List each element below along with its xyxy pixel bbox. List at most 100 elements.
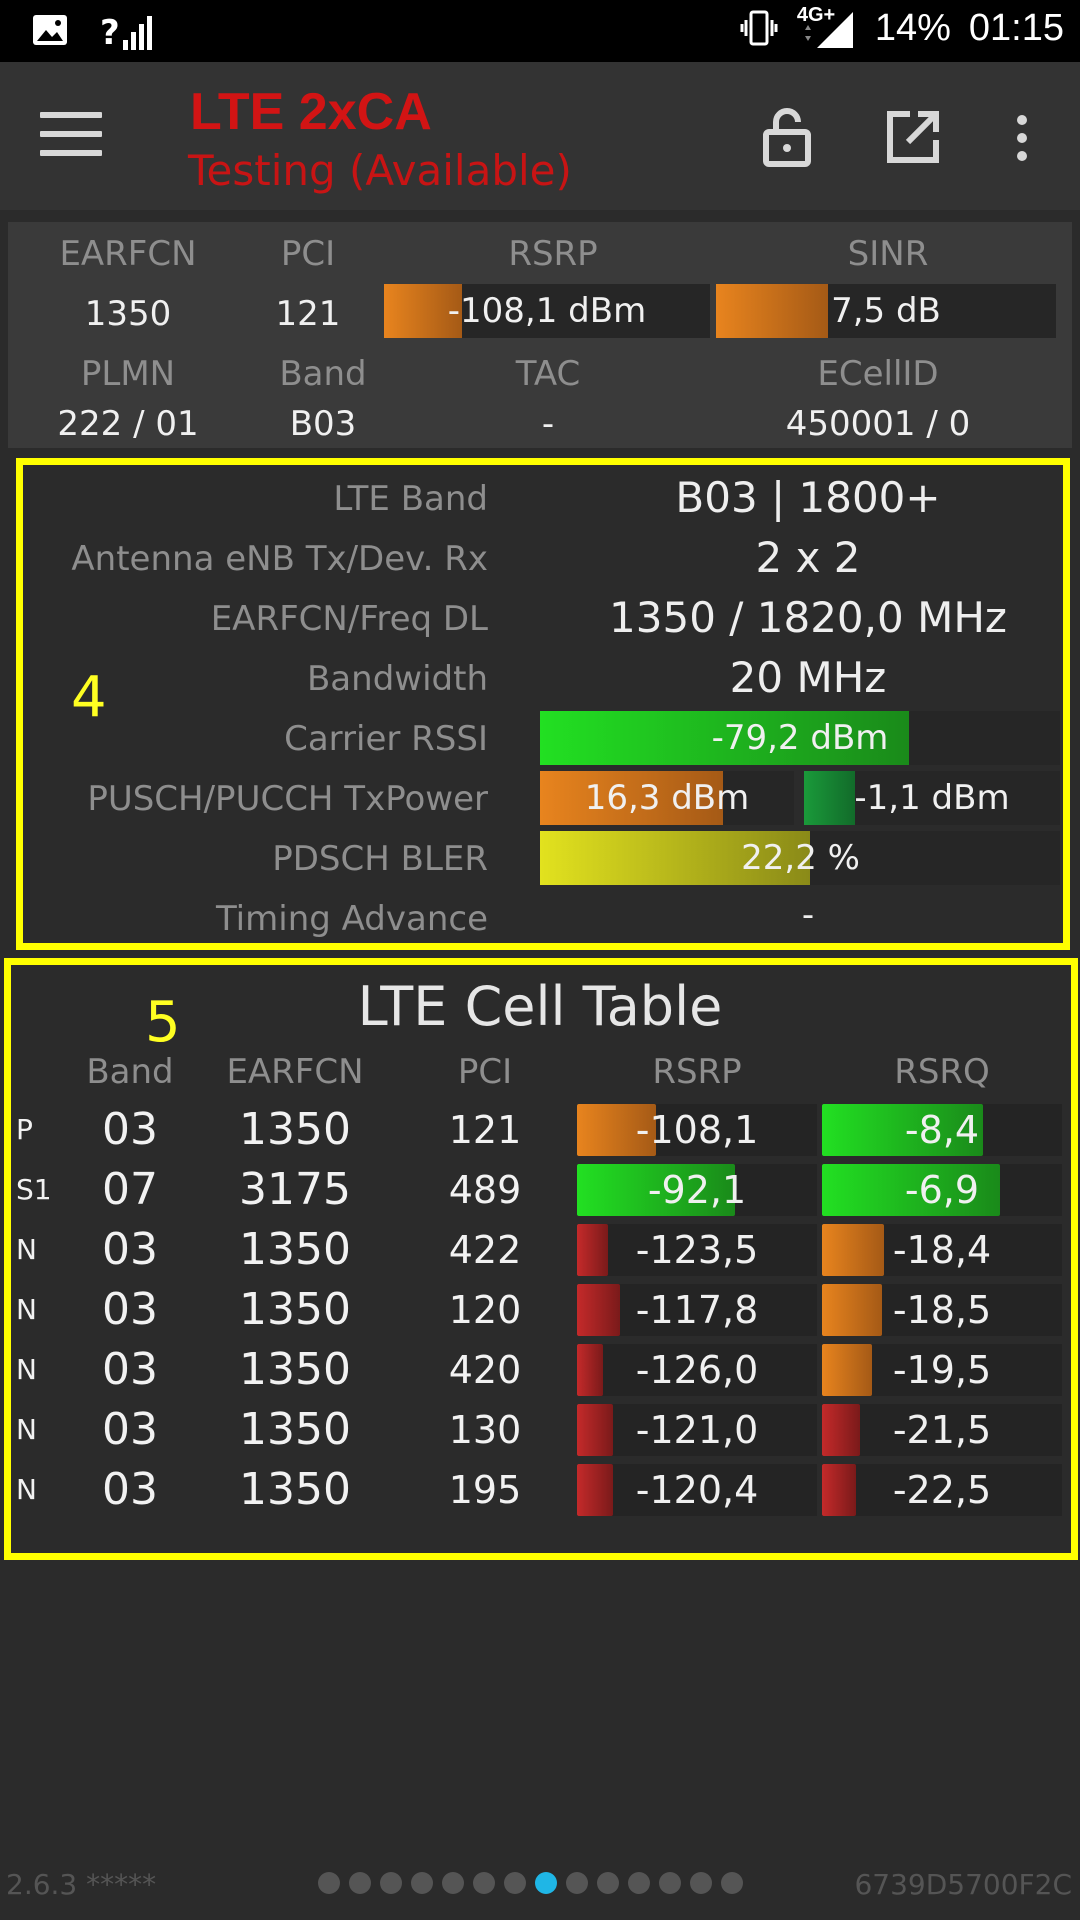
lte-band-value: B03 | 1800+ — [675, 473, 941, 522]
table-row: N 03 1350 420 -126,0 -19,5 — [0, 1340, 1080, 1400]
cell-type: N — [16, 1473, 37, 1506]
clock: 01:15 — [968, 6, 1064, 49]
cell-earfcn: 1350 — [239, 1284, 351, 1335]
device-id: 6739D5700F2C — [854, 1868, 1072, 1901]
table-row: N 03 1350 120 -117,8 -18,5 — [0, 1280, 1080, 1340]
earfcn-freq-value: 1350 / 1820,0 MHz — [609, 593, 1007, 642]
page-indicator — [318, 1872, 743, 1894]
header-pci: PCI — [280, 234, 336, 274]
cell-band: 03 — [102, 1224, 158, 1275]
cell-rsrp-value: -126,0 — [635, 1348, 759, 1392]
summary-tac: - — [541, 404, 555, 444]
cell-rsrp-value: -117,8 — [635, 1288, 759, 1332]
cell-type: P — [16, 1113, 33, 1146]
lock-icon[interactable] — [752, 102, 822, 172]
bler-value: 22,2 % — [741, 838, 860, 878]
cell-rsrp-bar: -123,5 — [577, 1224, 817, 1276]
more-options-icon[interactable] — [990, 102, 1050, 172]
cell-rsrp-bar: -117,8 — [577, 1284, 817, 1336]
ta-label: Timing Advance — [215, 899, 488, 939]
bler-label: PDSCH BLER — [272, 839, 488, 879]
table-row: N 03 1350 195 -120,4 -22,5 — [0, 1460, 1080, 1520]
summary-sinr-value: 7,5 dB — [831, 291, 941, 331]
table-row: N 03 1350 130 -121,0 -21,5 — [0, 1400, 1080, 1460]
page-dot[interactable] — [349, 1872, 371, 1894]
cell-band: 03 — [102, 1404, 158, 1455]
page-dot[interactable] — [721, 1872, 743, 1894]
cell-earfcn: 1350 — [239, 1344, 351, 1395]
page-dot[interactable] — [628, 1872, 650, 1894]
cell-band: 03 — [102, 1284, 158, 1335]
table-row: S1 07 3175 489 -92,1 -6,9 — [0, 1160, 1080, 1220]
cell-type: N — [16, 1293, 37, 1326]
header-band: Band — [279, 354, 367, 394]
table-row: P 03 1350 121 -108,1 -8,4 — [0, 1100, 1080, 1160]
cell-pci: 121 — [448, 1108, 522, 1152]
header-earfcn: EARFCN — [59, 234, 197, 274]
page-dot[interactable] — [411, 1872, 433, 1894]
cell-rsrq-bar: -18,5 — [822, 1284, 1062, 1336]
app-bar: LTE 2xCA Testing (Available) — [0, 62, 1080, 210]
image-notification-icon — [33, 15, 67, 45]
col-band: Band — [86, 1052, 174, 1092]
page-dot-active[interactable] — [535, 1872, 557, 1894]
header-tac: TAC — [515, 354, 581, 394]
cell-earfcn: 3175 — [239, 1164, 351, 1215]
cell-rsrp-value: -92,1 — [647, 1168, 747, 1212]
page-dot[interactable] — [690, 1872, 712, 1894]
page-dot[interactable] — [380, 1872, 402, 1894]
cell-band: 07 — [102, 1164, 158, 1215]
header-sinr: SINR — [847, 234, 929, 274]
page-dot[interactable] — [659, 1872, 681, 1894]
cell-band: 03 — [102, 1344, 158, 1395]
cell-rsrq-bar: -18,4 — [822, 1224, 1062, 1276]
battery-level: 14% — [874, 6, 951, 49]
cell-rsrp-bar: -92,1 — [577, 1164, 817, 1216]
menu-button[interactable] — [40, 112, 102, 162]
cell-rsrp-value: -121,0 — [635, 1408, 759, 1452]
col-earfcn: EARFCN — [226, 1052, 364, 1092]
cell-earfcn: 1350 — [239, 1404, 351, 1455]
cell-type: N — [16, 1233, 37, 1266]
col-rsrp: RSRP — [652, 1052, 742, 1092]
summary-panel: EARFCN PCI RSRP SINR 1350 121 -108,1 dBm… — [8, 222, 1072, 448]
cell-rsrp-bar: -121,0 — [577, 1404, 817, 1456]
page-dot[interactable] — [504, 1872, 526, 1894]
table-row: N 03 1350 422 -123,5 -18,4 — [0, 1220, 1080, 1280]
cell-rsrp-value: -108,1 — [635, 1108, 759, 1152]
open-external-icon[interactable] — [878, 102, 948, 172]
cell-rsrp-value: -120,4 — [635, 1468, 759, 1512]
page-dot[interactable] — [597, 1872, 619, 1894]
antenna-value: 2 x 2 — [755, 533, 861, 582]
cell-rsrq-bar: -8,4 — [822, 1104, 1062, 1156]
app-subtitle: Testing (Available) — [188, 146, 572, 195]
earfcn-freq-label: EARFCN/Freq DL — [210, 599, 488, 639]
cell-rsrp-bar: -120,4 — [577, 1464, 817, 1516]
header-rsrp: RSRP — [508, 234, 598, 274]
page-dot[interactable] — [473, 1872, 495, 1894]
header-plmn: PLMN — [80, 354, 176, 394]
cell-rsrq-value: -19,5 — [892, 1348, 992, 1392]
cell-pci: 195 — [448, 1468, 522, 1512]
cell-earfcn: 1350 — [239, 1104, 351, 1155]
summary-rsrp-value: -108,1 dBm — [447, 291, 647, 331]
cell-type: S1 — [16, 1173, 52, 1206]
cell-rsrq-value: -21,5 — [892, 1408, 992, 1452]
pusch-value: 16,3 dBm — [584, 778, 750, 818]
cell-rsrq-value: -8,4 — [904, 1108, 980, 1152]
bler-bar: 22,2 % — [540, 831, 1060, 885]
cell-type: N — [16, 1353, 37, 1386]
cell-rsrq-bar: -19,5 — [822, 1344, 1062, 1396]
cell-pci: 130 — [448, 1408, 522, 1452]
cell-rsrq-value: -18,4 — [892, 1228, 992, 1272]
cell-rsrq-bar: -22,5 — [822, 1464, 1062, 1516]
page-dot[interactable] — [442, 1872, 464, 1894]
page-dot[interactable] — [566, 1872, 588, 1894]
app-title: LTE 2xCA — [190, 83, 432, 141]
summary-sinr-bar: 7,5 dB — [716, 284, 1056, 338]
rssi-value: -79,2 dBm — [711, 718, 889, 758]
page-dot[interactable] — [318, 1872, 340, 1894]
summary-ecellid: 450001 / 0 — [785, 404, 971, 444]
carrier-detail-panel: 4 LTE Band B03 | 1800+ Antenna eNB Tx/De… — [16, 458, 1070, 950]
signal-strength-icon: ? — [100, 10, 152, 50]
